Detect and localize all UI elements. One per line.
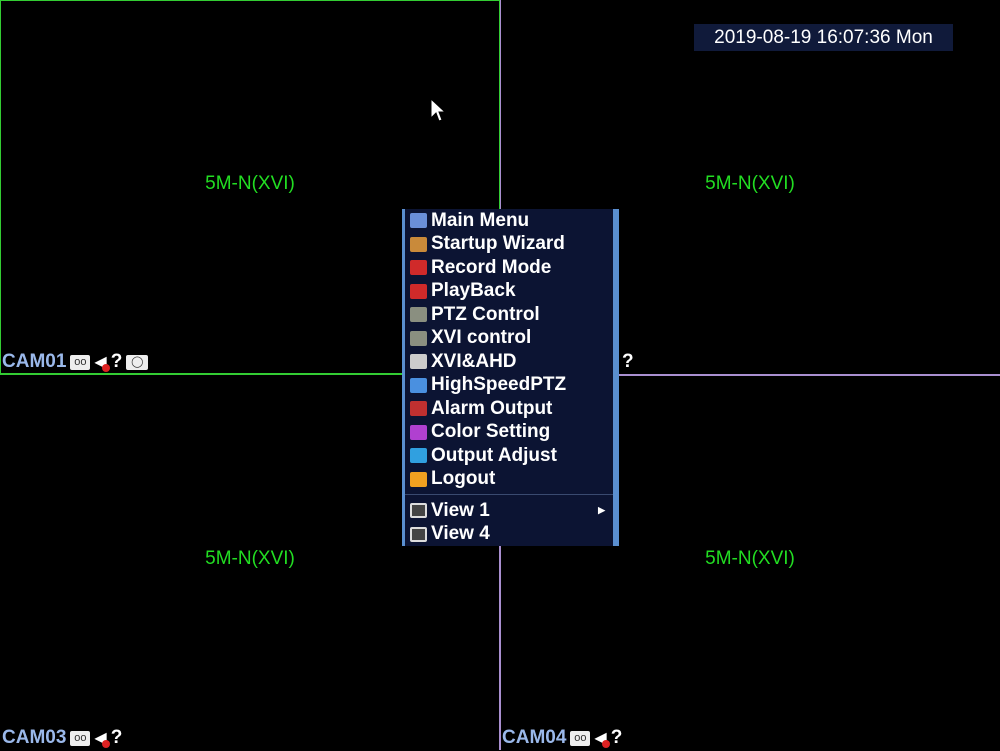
book-icon (410, 236, 427, 252)
power-icon (410, 471, 427, 487)
menu-item-label: Output Adjust (431, 444, 557, 466)
menu-item-label: XVI&AHD (431, 350, 517, 372)
audio-muted-icon: ◀ (594, 730, 611, 748)
menu-item-label: Main Menu (431, 209, 530, 231)
menu-item-label: Alarm Output (431, 397, 553, 419)
record-mode-icon (410, 260, 427, 276)
alarm-icon (410, 401, 427, 417)
menu-item-label: Logout (431, 468, 496, 490)
resolution-label: 5M-N(XVI) (205, 173, 295, 194)
recorder-icon: oo (70, 730, 91, 746)
recorder-icon: oo (570, 730, 591, 746)
resolution-label: 5M-N(XVI) (705, 173, 795, 194)
submenu-arrow-icon: ▶ (598, 505, 605, 516)
menu-item-playback[interactable]: PlayBack (405, 280, 613, 304)
channel-status-bar: CAM01 oo ◀ ? ◯ (2, 351, 149, 373)
datetime-display: 2019-08-19 16:07:36 Mon (694, 24, 953, 51)
color-grid-icon (410, 424, 427, 440)
dome-icon (410, 377, 427, 393)
ptz-camera-icon (410, 307, 427, 323)
monitor-icon (410, 448, 427, 464)
recorder-icon: oo (70, 354, 91, 370)
menu-item-logout[interactable]: Logout (405, 468, 613, 492)
playback-icon (410, 283, 427, 299)
menu-item-ptz-control[interactable]: PTZ Control (405, 303, 613, 327)
help-icon: ? (610, 727, 623, 748)
audio-muted-icon: ◀ (94, 354, 111, 372)
menu-item-label: HighSpeedPTZ (431, 374, 567, 396)
help-icon: ? (110, 351, 123, 372)
menu-item-view-4[interactable]: View 4 (405, 523, 613, 547)
menu-item-label: XVI control (431, 327, 532, 349)
camera-name: CAM04 (502, 727, 567, 748)
menu-item-highspeedptz[interactable]: HighSpeedPTZ (405, 374, 613, 398)
menu-item-main-menu[interactable]: Main Menu (405, 209, 613, 233)
capture-icon: ◯ (126, 354, 149, 370)
menu-item-label: Record Mode (431, 256, 552, 278)
menu-item-xvi-control[interactable]: XVI control (405, 327, 613, 351)
menu-item-xvi-ahd[interactable]: XVI&AHD (405, 350, 613, 374)
resolution-label: 5M-N(XVI) (205, 548, 295, 569)
quad-view-icon (410, 526, 427, 542)
camera-name: CAM03 (2, 727, 67, 748)
single-view-icon (410, 503, 427, 519)
menu-item-label: Startup Wizard (431, 233, 565, 255)
channel-status-bar: ? (622, 351, 634, 373)
context-menu: Main Menu Startup Wizard Record Mode PlayBa… (402, 209, 619, 546)
menu-item-label: PTZ Control (431, 303, 540, 325)
mouse-cursor-icon (430, 98, 446, 122)
menu-item-view-1[interactable]: View 1 ▶ (405, 499, 613, 523)
channel-status-bar: CAM04 oo ◀ ? (502, 727, 622, 749)
channel-status-bar: CAM03 oo ◀ ? (2, 727, 122, 749)
xvi-ahd-icon (410, 354, 427, 370)
menu-item-label: View 1 (431, 499, 490, 521)
camera-name: CAM01 (2, 351, 67, 372)
menu-item-label: Color Setting (431, 421, 551, 443)
menu-item-alarm-output[interactable]: Alarm Output (405, 397, 613, 421)
menu-item-record-mode[interactable]: Record Mode (405, 256, 613, 280)
menu-item-label: View 4 (431, 523, 490, 545)
help-icon: ? (622, 351, 634, 372)
help-icon: ? (110, 727, 123, 748)
resolution-label: 5M-N(XVI) (705, 548, 795, 569)
menu-item-startup-wizard[interactable]: Startup Wizard (405, 233, 613, 257)
menu-item-output-adjust[interactable]: Output Adjust (405, 444, 613, 468)
main-menu-icon (410, 213, 427, 229)
menu-item-label: PlayBack (431, 280, 516, 302)
menu-divider (405, 494, 613, 495)
camera-icon (410, 330, 427, 346)
menu-item-color-setting[interactable]: Color Setting (405, 421, 613, 445)
audio-muted-icon: ◀ (94, 730, 111, 748)
